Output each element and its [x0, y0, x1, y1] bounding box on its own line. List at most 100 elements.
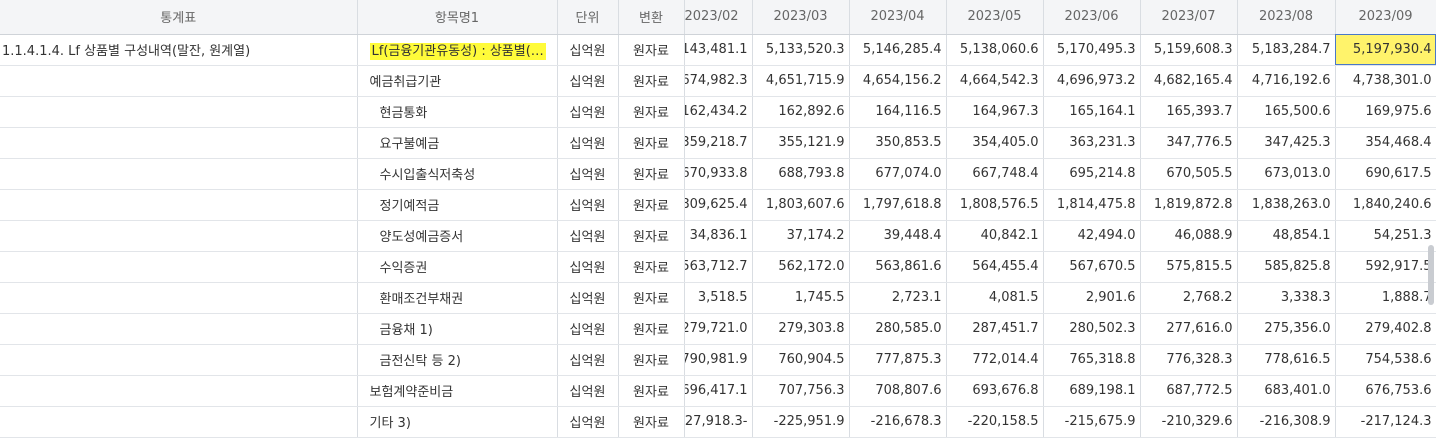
column-header[interactable]: 항목명1: [357, 0, 558, 35]
value-cell[interactable]: 4,651,715.9: [752, 65, 850, 97]
stat-table-cell[interactable]: [0, 189, 358, 221]
unit-cell[interactable]: 십억원: [557, 220, 619, 252]
stat-table-cell[interactable]: [0, 251, 358, 283]
value-cell[interactable]: 5,146,285.4: [849, 34, 947, 66]
value-cell[interactable]: 1,888.7: [1335, 282, 1436, 314]
value-cell[interactable]: 54,251.3: [1335, 220, 1436, 252]
value-cell[interactable]: 1,814,475.8: [1043, 189, 1141, 221]
item-name-cell[interactable]: 수시입출식저축성: [357, 158, 558, 190]
stat-table-cell[interactable]: [0, 313, 358, 345]
value-cell[interactable]: 5,143,481.1: [684, 34, 753, 66]
value-cell[interactable]: 670,933.8: [684, 158, 753, 190]
value-cell[interactable]: 5,183,284.7: [1237, 34, 1336, 66]
value-cell[interactable]: 169,975.6: [1335, 96, 1436, 128]
value-cell[interactable]: 354,405.0: [946, 127, 1044, 159]
item-name-cell[interactable]: 금융채 1): [357, 313, 558, 345]
value-cell[interactable]: 667,748.4: [946, 158, 1044, 190]
value-cell[interactable]: 688,793.8: [752, 158, 850, 190]
value-cell[interactable]: 4,682,165.4: [1140, 65, 1238, 97]
value-cell[interactable]: 350,853.5: [849, 127, 947, 159]
value-cell[interactable]: 34,836.1: [684, 220, 753, 252]
column-header[interactable]: 2023/08: [1237, 0, 1336, 35]
value-cell[interactable]: 778,616.5: [1237, 344, 1336, 376]
value-cell[interactable]: 4,081.5: [946, 282, 1044, 314]
value-cell[interactable]: 347,776.5: [1140, 127, 1238, 159]
value-cell[interactable]: 695,214.8: [1043, 158, 1141, 190]
value-cell[interactable]: -225,951.9: [752, 406, 850, 438]
column-header[interactable]: 2023/06: [1043, 0, 1141, 35]
value-cell[interactable]: 693,676.8: [946, 375, 1044, 407]
table-row[interactable]: 환매조건부채권 십억원 원자료 3,518.5 1,745.5 2,723.1 4,081.…: [0, 282, 1436, 314]
table-row[interactable]: 요구불예금 십억원 원자료 359,218.7 355,121.9 350,853.5 35…: [0, 127, 1436, 159]
column-header[interactable]: 단위: [557, 0, 619, 35]
table-row[interactable]: 수시입출식저축성 십억원 원자료 670,933.8 688,793.8 677,074.…: [0, 158, 1436, 190]
value-cell[interactable]: 1,803,607.6: [752, 189, 850, 221]
value-cell[interactable]: 42,494.0: [1043, 220, 1141, 252]
column-header[interactable]: 변환: [618, 0, 685, 35]
stat-table-cell[interactable]: [0, 220, 358, 252]
value-cell[interactable]: 760,904.5: [752, 344, 850, 376]
item-name-cell[interactable]: 예금취급기관: [357, 65, 558, 97]
table-row[interactable]: 금융채 1) 십억원 원자료 279,721.0 279,303.8 280,585.0 2…: [0, 313, 1436, 345]
stat-table-cell[interactable]: [0, 282, 358, 314]
value-cell[interactable]: 1,808,576.5: [946, 189, 1044, 221]
value-cell[interactable]: 562,172.0: [752, 251, 850, 283]
value-cell[interactable]: 563,861.6: [849, 251, 947, 283]
value-cell[interactable]: 707,756.3: [752, 375, 850, 407]
value-cell[interactable]: 165,393.7: [1140, 96, 1238, 128]
value-cell[interactable]: 39,448.4: [849, 220, 947, 252]
value-cell[interactable]: 690,617.5: [1335, 158, 1436, 190]
value-cell[interactable]: 592,917.5: [1335, 251, 1436, 283]
conversion-cell[interactable]: 원자료: [618, 127, 685, 159]
value-cell[interactable]: 354,468.4: [1335, 127, 1436, 159]
value-cell[interactable]: 1,838,263.0: [1237, 189, 1336, 221]
value-cell[interactable]: 5,159,608.3: [1140, 34, 1238, 66]
column-header[interactable]: 2023/04: [849, 0, 947, 35]
stat-table-cell[interactable]: [0, 65, 358, 97]
conversion-cell[interactable]: 원자료: [618, 96, 685, 128]
item-name-cell[interactable]: 수익증권: [357, 251, 558, 283]
value-cell[interactable]: 790,981.9: [684, 344, 753, 376]
unit-cell[interactable]: 십억원: [557, 158, 619, 190]
conversion-cell[interactable]: 원자료: [618, 251, 685, 283]
value-cell[interactable]: 165,164.1: [1043, 96, 1141, 128]
value-cell[interactable]: 46,088.9: [1140, 220, 1238, 252]
value-cell[interactable]: 776,328.3: [1140, 344, 1238, 376]
value-cell[interactable]: 575,815.5: [1140, 251, 1238, 283]
value-cell[interactable]: 164,116.5: [849, 96, 947, 128]
unit-cell[interactable]: 십억원: [557, 282, 619, 314]
value-cell[interactable]: -217,124.3: [1335, 406, 1436, 438]
value-cell[interactable]: 162,892.6: [752, 96, 850, 128]
conversion-cell[interactable]: 원자료: [618, 65, 685, 97]
table-row[interactable]: 정기예적금십억원원자료1,809,625.41,803,607.61,797,6…: [0, 189, 1436, 221]
column-header[interactable]: 2023/09: [1335, 0, 1436, 35]
value-cell[interactable]: 1,840,240.6: [1335, 189, 1436, 221]
value-cell[interactable]: 1,819,872.8: [1140, 189, 1238, 221]
column-header[interactable]: 2023/03: [752, 0, 850, 35]
unit-cell[interactable]: 십억원: [557, 65, 619, 97]
unit-cell[interactable]: 십억원: [557, 251, 619, 283]
item-name-cell[interactable]: Lf(금융기관유동성) : 상품별(…: [357, 34, 558, 66]
value-cell[interactable]: -210,329.6: [1140, 406, 1238, 438]
conversion-cell[interactable]: 원자료: [618, 406, 685, 438]
item-name-cell[interactable]: 보험계약준비금: [357, 375, 558, 407]
table-row[interactable]: 1.1.4.1.4. Lf 상품별 구성내역(말잔, 원계열) Lf(금융기관유동…: [0, 34, 1436, 66]
value-cell[interactable]: 287,451.7: [946, 313, 1044, 345]
item-name-cell[interactable]: 현금통화: [357, 96, 558, 128]
value-cell[interactable]: 5,133,520.3: [752, 34, 850, 66]
vertical-scrollbar[interactable]: [1428, 245, 1434, 305]
value-cell[interactable]: 1,745.5: [752, 282, 850, 314]
value-cell[interactable]: 777,875.3: [849, 344, 947, 376]
value-cell[interactable]: 4,674,982.3: [684, 65, 753, 97]
value-cell[interactable]: 4,654,156.2: [849, 65, 947, 97]
stat-table-cell[interactable]: [0, 406, 358, 438]
value-cell[interactable]: 708,807.6: [849, 375, 947, 407]
conversion-cell[interactable]: 원자료: [618, 189, 685, 221]
conversion-cell[interactable]: 원자료: [618, 344, 685, 376]
table-row[interactable]: 양도성예금증서 십억원 원자료 34,836.1 37,174.2 39,448.4 40,…: [0, 220, 1436, 252]
value-cell[interactable]: 1,797,618.8: [849, 189, 947, 221]
value-cell[interactable]: 363,231.3: [1043, 127, 1141, 159]
unit-cell[interactable]: 십억원: [557, 96, 619, 128]
value-cell[interactable]: 564,455.4: [946, 251, 1044, 283]
value-cell[interactable]: 4,738,301.0: [1335, 65, 1436, 97]
